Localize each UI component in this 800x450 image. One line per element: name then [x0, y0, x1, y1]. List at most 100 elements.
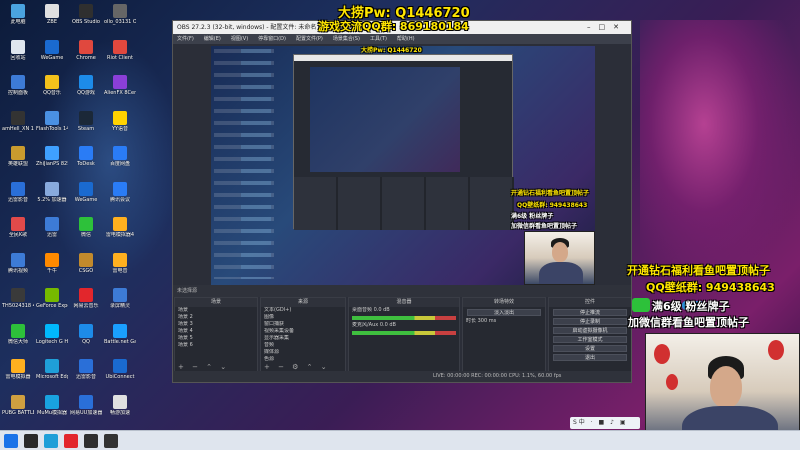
desktop-icon[interactable]: OBS Studio	[70, 2, 102, 38]
desktop-icon[interactable]: 雷电音	[104, 251, 136, 287]
desktop-icon[interactable]: 迅雷影音	[70, 357, 102, 393]
search-icon[interactable]	[24, 434, 38, 448]
menu-item[interactable]: 配置文件(P)	[296, 36, 323, 42]
desktop-icon[interactable]: Chrome	[70, 38, 102, 74]
desktop-icon[interactable]: 迅雷影音	[2, 180, 34, 216]
transition-select[interactable]: 淡入淡出	[467, 309, 541, 316]
control-button[interactable]: 工作室模式	[553, 336, 627, 343]
desktop-icon[interactable]: 腾讯视频	[2, 251, 34, 287]
control-button[interactable]: 设置	[553, 345, 627, 352]
start-icon[interactable]	[4, 434, 18, 448]
volume-meter[interactable]	[352, 331, 456, 335]
desktop-icon[interactable]: AlienFX 8Central	[104, 73, 136, 109]
menu-bar[interactable]: 文件(F) 编辑(E) 视图(V) 停靠窗口(D) 配置文件(P) 场景集合(S) 工具(T…	[173, 34, 631, 44]
desktop-icon[interactable]: TH5024318 49WM71	[2, 286, 34, 322]
mixer-track[interactable]: 麦克风/Aux 0.0 dB	[349, 322, 459, 329]
desktop-icon[interactable]: UbiConnect	[104, 357, 136, 393]
scenes-dock[interactable]: 场景 场景 场景 2 场景 3 场景 4 场景 5 场景 6 + − ⌃ ⌄	[174, 297, 258, 373]
desktop-icon[interactable]: 英雄联盟	[2, 144, 34, 180]
desktop-icon[interactable]: Logitech G HUB	[36, 322, 68, 358]
desktop-icon[interactable]: 微信	[70, 215, 102, 251]
desktop-icon[interactable]: 雷电模拟器	[2, 357, 34, 393]
scene-item[interactable]: 场景 3	[175, 321, 257, 328]
desktop-icon[interactable]: QQ游戏	[70, 73, 102, 109]
menu-item[interactable]: 停靠窗口(D)	[258, 36, 286, 42]
desktop-icon[interactable]: 5.2% 加速器	[36, 180, 68, 216]
desktop-icon[interactable]: 网易云音乐	[70, 286, 102, 322]
mixer-list[interactable]: 桌面音频 0.0 dB 麦克风/Aux 0.0 dB	[349, 307, 459, 335]
desktop-icon[interactable]: ZBE	[36, 2, 68, 38]
control-button[interactable]: 启动虚拟摄像机	[553, 327, 627, 334]
duration-value[interactable]: 300 ms	[478, 318, 497, 324]
desktop-icon[interactable]: ZhiJianPS 825a1d2	[36, 144, 68, 180]
system-tray[interactable]: S中 · ■ ♪ ▣	[570, 417, 640, 429]
scene-item[interactable]: 场景 4	[175, 328, 257, 335]
desktop-icon[interactable]: Steam	[70, 109, 102, 145]
scenes-footer-buttons[interactable]: + − ⌃ ⌄	[178, 363, 229, 371]
desktop-icon[interactable]: QQ音乐	[36, 73, 68, 109]
scene-item[interactable]: 场景 2	[175, 314, 257, 321]
sources-list[interactable]: 文本(GDI+) 图像 窗口捕获 视频采集设备 显示器采集 音频 媒体源 色源	[261, 307, 345, 363]
scene-item[interactable]: 场景 6	[175, 342, 257, 349]
desktop-icon[interactable]: 网易UU加速器	[70, 393, 102, 429]
scene-item[interactable]: 场景	[175, 307, 257, 314]
desktop-icon[interactable]: 回收站	[2, 38, 34, 74]
desktop-icon[interactable]: 全民K歌	[2, 215, 34, 251]
mixer-track[interactable]: 桌面音频 0.0 dB	[349, 307, 459, 314]
desktop-icon[interactable]: Battle.net Game	[104, 322, 136, 358]
desktop-icon[interactable]: MuMu模拟器	[36, 393, 68, 429]
sources-dock[interactable]: 来源 文本(GDI+) 图像 窗口捕获 视频采集设备 显示器采集 音频 媒体源 色源 + − …	[260, 297, 346, 373]
control-button[interactable]: 停止录制	[553, 318, 627, 325]
volume-meter[interactable]	[352, 316, 456, 320]
obs-icon[interactable]	[84, 434, 98, 448]
mixer-dock[interactable]: 混音器 桌面音频 0.0 dB 麦克风/Aux 0.0 dB	[348, 297, 460, 373]
desktop-icon[interactable]: QQ	[70, 322, 102, 358]
desktop-icon[interactable]: 百度网盘	[104, 144, 136, 180]
menu-item[interactable]: 视图(V)	[231, 36, 248, 42]
desktop-icon[interactable]: 此电脑	[2, 2, 34, 38]
desktop-icon[interactable]: ollo_03131 OP CX11C	[104, 2, 136, 38]
source-item[interactable]: 图像	[261, 314, 345, 321]
menu-item[interactable]: 文件(F)	[177, 36, 194, 42]
menu-item[interactable]: 工具(T)	[370, 36, 387, 42]
desktop-icon[interactable]: WeGame	[70, 180, 102, 216]
desktop-icon[interactable]: CSGO	[70, 251, 102, 287]
edge-icon[interactable]	[44, 434, 58, 448]
menu-item[interactable]: 编辑(E)	[204, 36, 221, 42]
window-controls[interactable]: –□✕	[587, 21, 627, 34]
control-button[interactable]: 退出	[553, 354, 627, 361]
desktop-icon[interactable]: amHell_XN 14	[2, 109, 34, 145]
netease-icon[interactable]	[64, 434, 78, 448]
source-item[interactable]: 音频	[261, 342, 345, 349]
source-item[interactable]: 文本(GDI+)	[261, 307, 345, 314]
taskbar[interactable]	[0, 430, 800, 450]
obs-preview[interactable]: 大捞Pw: Q1446720 开通钻石福利看鱼吧置顶帖子 QQ壁纸群: 9494…	[211, 46, 595, 285]
scene-item[interactable]: 场景 5	[175, 335, 257, 342]
desktop-icon[interactable]: 雷电模拟器4	[104, 215, 136, 251]
desktop-icon[interactable]: 腾讯会议	[104, 180, 136, 216]
desktop-icon[interactable]: 录屏精灵	[104, 286, 136, 322]
desktop-icon[interactable]: WeGame	[36, 38, 68, 74]
sources-footer-buttons[interactable]: + − ⚙ ⌃ ⌄	[264, 363, 330, 371]
source-item[interactable]: 显示器采集	[261, 335, 345, 342]
desktop-icon[interactable]: GeForce Experience	[36, 286, 68, 322]
source-item[interactable]: 窗口捕获	[261, 321, 345, 328]
desktop-icon[interactable]: FlashTools 14	[36, 109, 68, 145]
controls-list[interactable]: 停止推流停止录制启动虚拟摄像机 工作室模式设置退出	[549, 309, 631, 361]
menu-item[interactable]: 场景集合(S)	[333, 36, 360, 42]
duration-row[interactable]: 时长 300 ms	[463, 318, 545, 325]
desktop-icon[interactable]: 千牛	[36, 251, 68, 287]
menu-item[interactable]: 帮助(H)	[397, 36, 415, 42]
transitions-dock[interactable]: 转场特效 淡入淡出 时长 300 ms	[462, 297, 546, 373]
desktop-icon[interactable]: 控制面板	[2, 73, 34, 109]
desktop-icon[interactable]: PUBG BATTLEGROUNDS	[2, 393, 34, 429]
control-button[interactable]: 停止推流	[553, 309, 627, 316]
source-item[interactable]: 色源	[261, 356, 345, 363]
desktop-icon[interactable]: Riot Client	[104, 38, 136, 74]
app-icon[interactable]	[104, 434, 118, 448]
desktop-icon[interactable]: ToDesk	[70, 144, 102, 180]
controls-dock[interactable]: 控件 停止推流 停止录制 启动虚拟摄像机 工作室模式 设置 退出	[548, 297, 631, 373]
source-item[interactable]: 媒体源	[261, 349, 345, 356]
desktop-icon[interactable]: 畅游加速	[104, 393, 136, 429]
obs-window[interactable]: OBS 27.2.3 (32-bit, windows) - 配置文件: 未命名…	[172, 20, 632, 383]
